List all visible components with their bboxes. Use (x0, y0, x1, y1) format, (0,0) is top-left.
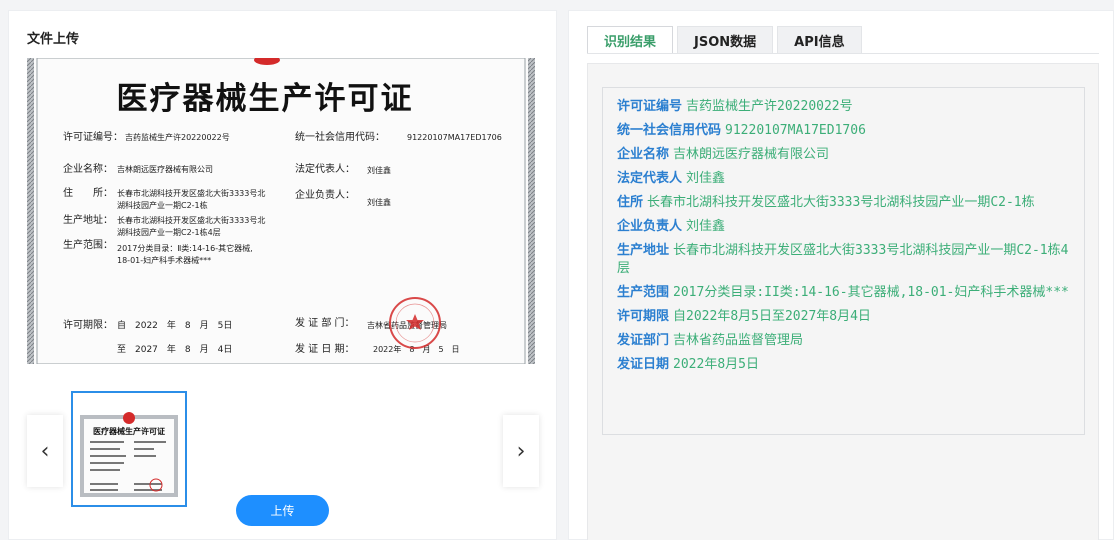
result-field-value: 2017分类目录:II类:14-16-其它器械,18-01-妇产科手术器械*** (673, 285, 1069, 300)
result-tabs: 识别结果 JSON数据 API信息 (587, 26, 866, 54)
result-field-value: 长春市北湖科技开发区盛北大街3333号北湖科技园产业一期C2-1栋4层 (617, 243, 1069, 276)
certificate-image: 医疗器械生产许可证 许可证编号： 吉药监械生产许20220022号 统一社会信用… (27, 58, 535, 364)
result-field-key: 发证部门 (617, 333, 670, 348)
recognition-result-box: 许可证编号 吉药监械生产许20220022号 统一社会信用代码 91220107MA… (602, 87, 1085, 435)
prod-addr-label: 生产地址： (63, 213, 113, 226)
company-label: 企业名称： (63, 162, 113, 175)
result-field-row: 生产地址 长春市北湖科技开发区盛北大街3333号北湖科技园产业一期C2-1栋4层 (617, 242, 1070, 278)
result-field-key: 许可期限 (617, 309, 670, 324)
result-field-key: 企业名称 (617, 147, 670, 162)
result-field-row: 许可证编号 吉药监械生产许20220022号 (617, 98, 1070, 116)
result-field-row: 发证部门 吉林省药品监督管理局 (617, 332, 1070, 350)
result-panel: 识别结果 JSON数据 API信息 许可证编号 吉药监械生产许20220022号 … (568, 10, 1114, 540)
license-no-label: 许可证编号： (63, 130, 123, 143)
address-line1: 长春市北湖科技开发区盛北大街3333号北 (117, 188, 265, 198)
prod-addr-line2: 湖科技园产业一期C2-1栋4层 (117, 227, 221, 237)
address-line2: 湖科技园产业一期C2-1栋 (117, 200, 208, 210)
certificate-heading: 医疗器械生产许可证 (117, 81, 414, 117)
scope-label: 生产范围： (63, 238, 113, 251)
result-field-key: 生产地址 (617, 243, 670, 258)
issuer-label: 发 证 部 门： (295, 316, 355, 329)
result-field-row: 法定代表人 刘佳鑫 (617, 170, 1070, 188)
legal-rep-label: 法定代表人： (295, 162, 355, 175)
tab-json-data[interactable]: JSON数据 (677, 26, 774, 54)
issue-date-label: 发 证 日 期： (295, 342, 355, 355)
certificate-preview: 医疗器械生产许可证 许可证编号： 吉药监械生产许20220022号 统一社会信用… (27, 58, 535, 364)
thumbnail-seal-icon (123, 412, 135, 424)
chevron-left-icon: ‹ (40, 438, 50, 464)
thumbnail-image: 医疗器械生产许可证 (80, 412, 178, 497)
credit-code-label: 统一社会信用代码： (295, 130, 385, 143)
result-field-value: 长春市北湖科技开发区盛北大街3333号北湖科技园产业一期C2-1栋 (647, 195, 1035, 210)
thumbnail-strip: ‹ 医疗器械生产许可证 › (27, 391, 539, 511)
result-field-value: 吉林朗远医疗器械有限公司 (673, 147, 830, 162)
thumbnail-prev-button[interactable]: ‹ (27, 415, 63, 487)
tab-recognition-result[interactable]: 识别结果 (587, 26, 674, 54)
result-field-key: 住所 (617, 195, 644, 210)
upload-panel: 文件上传 医疗器械生产许可证 许可证编号： 吉药监械生产许20220022号 统… (8, 10, 557, 540)
validity-to: 至 2027 年 8 月 4日 (117, 343, 232, 355)
issue-date-value: 2022年 8 月 5 日 (373, 344, 460, 354)
issuer-value: 吉林省药品监督管理局 (367, 320, 447, 330)
result-field-row: 企业负责人 刘佳鑫 (617, 218, 1070, 236)
result-field-row: 企业名称 吉林朗远医疗器械有限公司 (617, 146, 1070, 164)
chevron-right-icon: › (516, 438, 526, 464)
result-field-key: 发证日期 (617, 357, 670, 372)
result-field-value: 91220107MA17ED1706 (725, 123, 866, 138)
thumbnail-next-button[interactable]: › (503, 415, 539, 487)
upload-button[interactable]: 上传 (236, 495, 329, 526)
credit-code-value: 91220107MA17ED1706 (407, 133, 502, 142)
page: 文件上传 医疗器械生产许可证 许可证编号： 吉药监械生产许20220022号 统… (0, 0, 1114, 540)
tab-divider (587, 53, 1099, 54)
result-field-row: 住所 长春市北湖科技开发区盛北大街3333号北湖科技园产业一期C2-1栋 (617, 194, 1070, 212)
result-field-key: 统一社会信用代码 (617, 123, 722, 138)
thumbnail-heading: 医疗器械生产许可证 (93, 426, 165, 436)
prod-addr-line1: 长春市北湖科技开发区盛北大街3333号北 (117, 215, 265, 225)
result-field-value: 2022年8月5日 (673, 357, 759, 372)
result-field-row: 生产范围 2017分类目录:II类:14-16-其它器械,18-01-妇产科手术器… (617, 284, 1070, 302)
upload-panel-title: 文件上传 (27, 32, 80, 47)
principal-label: 企业负责人： (295, 188, 355, 201)
result-field-value: 刘佳鑫 (686, 171, 726, 186)
thumbnail-item[interactable]: 医疗器械生产许可证 (71, 391, 187, 507)
result-field-value: 自2022年8月5日至2027年8月4日 (673, 309, 871, 324)
result-content-area: 许可证编号 吉药监械生产许20220022号 统一社会信用代码 91220107MA… (587, 63, 1099, 540)
result-field-value: 吉林省药品监督管理局 (673, 333, 804, 348)
result-field-key: 法定代表人 (617, 171, 683, 186)
result-field-value: 刘佳鑫 (686, 219, 726, 234)
legal-rep-value: 刘佳鑫 (367, 165, 391, 175)
result-field-key: 许可证编号 (617, 99, 683, 114)
principal-value: 刘佳鑫 (367, 197, 391, 207)
tab-api-info[interactable]: API信息 (777, 26, 862, 54)
result-field-row: 许可期限 自2022年8月5日至2027年8月4日 (617, 308, 1070, 326)
result-field-row: 统一社会信用代码 91220107MA17ED1706 (617, 122, 1070, 140)
validity-from: 自 2022 年 8 月 5日 (117, 319, 232, 331)
company-value: 吉林朗远医疗器械有限公司 (117, 164, 213, 174)
result-field-value: 吉药监械生产许20220022号 (686, 99, 853, 114)
address-label: 住 所： (63, 186, 113, 199)
scope-line1: 2017分类目录：Ⅱ类:14-16-其它器械, (117, 243, 253, 253)
validity-label: 许可期限： (63, 319, 113, 331)
license-no-value: 吉药监械生产许20220022号 (125, 132, 230, 142)
result-field-row: 发证日期 2022年8月5日 (617, 356, 1070, 374)
result-field-key: 企业负责人 (617, 219, 683, 234)
result-field-key: 生产范围 (617, 285, 670, 300)
scope-line2: 18-01-妇产科手术器械*** (117, 255, 211, 265)
